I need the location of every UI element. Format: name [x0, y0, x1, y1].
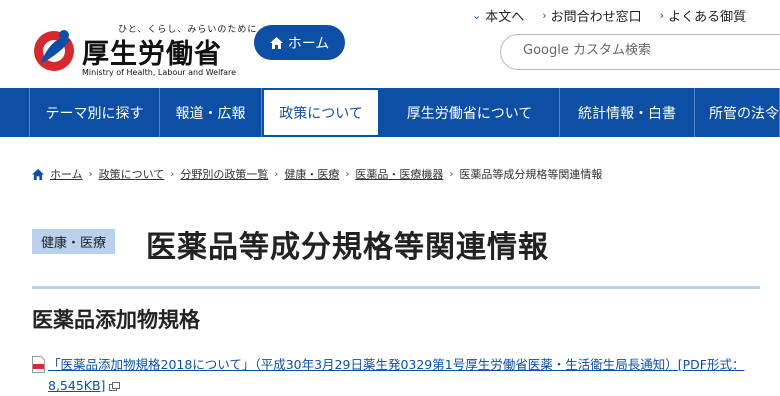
breadcrumb-current: 医薬品等成分規格等関連情報: [459, 168, 603, 181]
new-window-icon: [109, 382, 121, 391]
home-icon: [269, 36, 283, 49]
faq-link[interactable]: › よくある御質: [660, 6, 746, 25]
document-link[interactable]: 「医薬品添加物規格2018について」: [48, 357, 254, 372]
section-title: 医薬品添加物規格: [32, 308, 200, 332]
chevron-down-icon: ⌄: [472, 9, 482, 22]
home-button[interactable]: ホーム: [254, 25, 345, 60]
site-header: ひと、くらし、みらいのために 厚生労働省 Ministry of Health,…: [0, 0, 780, 88]
breadcrumb-health[interactable]: 健康・医療: [284, 166, 339, 182]
mhlw-logo-mark-icon: [34, 30, 74, 71]
utility-links: ⌄ 本文へ › お問合わせ窓口 › よくある御質: [472, 6, 746, 25]
breadcrumb-policy-list[interactable]: 分野別の政策一覧: [180, 166, 268, 182]
category-tag: 健康・医療: [32, 229, 116, 254]
breadcrumb-separator-icon: ›: [170, 168, 175, 180]
mhlw-logo[interactable]: ひと、くらし、みらいのために 厚生労働省 Ministry of Health,…: [30, 22, 256, 80]
title-divider: [32, 286, 760, 289]
document-list-item: 「医薬品添加物規格2018について」（平成30年3月29日薬生発0329第1号厚…: [32, 354, 772, 396]
logo-name-en: Ministry of Health, Labour and Welfare: [82, 68, 237, 77]
chevron-right-icon: ›: [542, 9, 547, 22]
breadcrumb-separator-icon: ›: [449, 168, 454, 180]
nav-item-press[interactable]: 報道・広報: [160, 88, 262, 137]
global-nav: テーマ別に探す 報道・広報 政策について 厚生労働省について 統計情報・白書 所…: [0, 88, 780, 137]
nav-item-about[interactable]: 厚生労働省について: [380, 88, 560, 137]
breadcrumb-policy[interactable]: 政策について: [99, 166, 165, 182]
breadcrumb: ホーム › 政策について › 分野別の政策一覧 › 健康・医療 › 医薬品・医療…: [32, 166, 602, 182]
chevron-right-icon: ›: [659, 9, 665, 22]
breadcrumb-separator-icon: ›: [345, 168, 350, 180]
breadcrumb-separator-icon: ›: [88, 168, 93, 180]
nav-item-policy[interactable]: 政策について: [262, 88, 380, 137]
breadcrumb-drugs-devices[interactable]: 医薬品・医療機器: [355, 166, 443, 182]
logo-name: 厚生労働省: [82, 39, 222, 70]
document-link-note[interactable]: （平成30年3月29日薬生発0329第1号厚生労働省医薬・生活衛生局長通知）: [254, 357, 677, 372]
search-box: [500, 34, 780, 70]
contact-link[interactable]: › お問合わせ窓口: [542, 6, 641, 25]
page-title: 医薬品等成分規格等関連情報: [146, 230, 549, 265]
home-icon: [32, 168, 44, 180]
search-input[interactable]: [521, 42, 755, 59]
document-entry: 「医薬品添加物規格2018について」（平成30年3月29日薬生発0329第1号厚…: [32, 354, 772, 396]
pdf-file-icon: [32, 356, 45, 373]
breadcrumb-separator-icon: ›: [274, 168, 279, 180]
nav-item-theme[interactable]: テーマ別に探す: [30, 88, 160, 137]
breadcrumb-home[interactable]: ホーム: [50, 166, 83, 182]
home-button-label: ホーム: [287, 35, 330, 52]
nav-item-laws[interactable]: 所管の法令: [695, 88, 780, 137]
nav-spacer: [0, 88, 30, 137]
nav-item-statistics[interactable]: 統計情報・白書: [560, 88, 695, 137]
skip-to-content-link[interactable]: ⌄ 本文へ: [472, 6, 524, 25]
